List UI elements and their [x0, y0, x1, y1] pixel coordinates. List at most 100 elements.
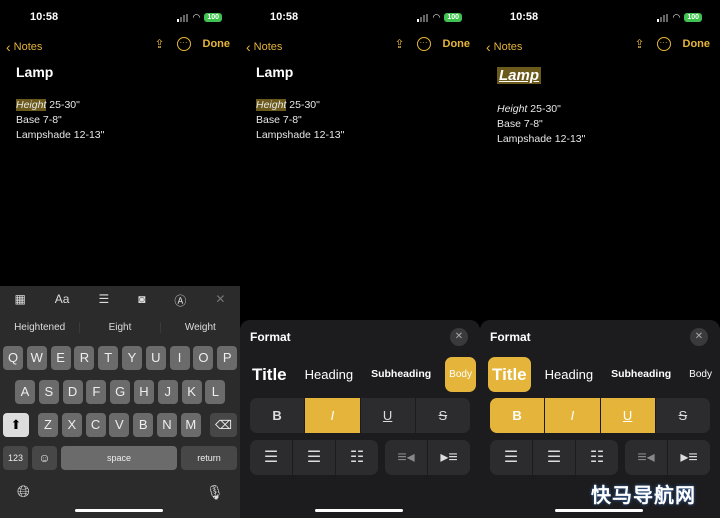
key-z[interactable]: Z: [38, 413, 58, 437]
note-body[interactable]: Height 25-30" Base 7-8" Lampshade 12-13": [16, 98, 104, 143]
text-format-icon[interactable]: Aa: [55, 292, 70, 309]
more-icon[interactable]: ···: [416, 37, 431, 51]
dashed-list-icon[interactable]: ☰: [293, 440, 335, 475]
key-y[interactable]: Y: [122, 346, 142, 370]
microphone-icon[interactable]: 🎙︎: [206, 484, 224, 501]
note-line[interactable]: Lampshade 12-13": [256, 128, 344, 143]
share-icon[interactable]: ⇪: [154, 37, 164, 51]
share-icon[interactable]: ⇪: [634, 37, 644, 51]
globe-icon[interactable]: 🌐︎: [17, 484, 30, 502]
note-line[interactable]: Base 7-8": [256, 113, 344, 128]
note-line-value: 7-8": [39, 114, 62, 126]
key-g[interactable]: G: [110, 380, 131, 404]
key-p[interactable]: P: [217, 346, 238, 370]
shift-key[interactable]: ⬆: [3, 413, 29, 437]
style-body[interactable]: Body: [445, 357, 476, 392]
style-heading[interactable]: Heading: [541, 357, 597, 392]
back-button[interactable]: ‹ Notes: [6, 39, 42, 55]
note-line[interactable]: Lampshade 12-13": [16, 128, 104, 143]
indent-icon[interactable]: ▸≡: [428, 440, 470, 475]
key-b[interactable]: B: [133, 413, 154, 437]
key-m[interactable]: M: [180, 413, 201, 437]
bulleted-list-icon[interactable]: ☰: [490, 440, 532, 475]
style-subheading[interactable]: Subheading: [367, 357, 435, 392]
key-t[interactable]: T: [98, 346, 119, 370]
key-j[interactable]: J: [157, 380, 178, 404]
note-line[interactable]: Base 7-8": [16, 113, 104, 128]
style-subheading[interactable]: Subheading: [607, 357, 675, 392]
key-r[interactable]: R: [74, 346, 95, 370]
note-line[interactable]: Lampshade 12-13": [497, 132, 585, 147]
key-a[interactable]: A: [15, 380, 35, 404]
markup-icon[interactable]: Ⓐ: [174, 292, 186, 309]
note-line[interactable]: Height 25-30": [16, 98, 104, 113]
done-button[interactable]: Done: [683, 38, 711, 50]
text-style-b[interactable]: B: [250, 398, 305, 433]
key-o[interactable]: O: [193, 346, 214, 370]
suggestion[interactable]: Weight: [161, 322, 240, 333]
key-s[interactable]: S: [38, 380, 59, 404]
note-line[interactable]: Height 25-30": [256, 98, 344, 113]
indent-icon[interactable]: ▸≡: [668, 440, 710, 475]
note-body[interactable]: Height 25-30" Base 7-8" Lampshade 12-13": [256, 98, 344, 143]
key-x[interactable]: X: [61, 413, 82, 437]
suggestion[interactable]: Heightened: [0, 322, 81, 333]
numbered-list-icon[interactable]: ☷: [336, 440, 378, 475]
dashed-list-icon[interactable]: ☰: [533, 440, 575, 475]
style-body[interactable]: Body: [685, 357, 716, 392]
space-key[interactable]: space: [61, 446, 177, 470]
key-w[interactable]: W: [26, 346, 47, 370]
text-style-b[interactable]: B: [490, 398, 545, 433]
style-title[interactable]: Title: [488, 357, 531, 392]
text-style-u[interactable]: U: [360, 398, 415, 433]
note-title[interactable]: Lamp: [16, 64, 53, 80]
key-l[interactable]: L: [205, 380, 226, 404]
note-title[interactable]: Lamp: [256, 64, 293, 80]
emoji-key[interactable]: ☺: [32, 446, 57, 470]
back-button[interactable]: ‹ Notes: [246, 39, 282, 55]
outdent-icon[interactable]: ≡◂: [625, 440, 667, 475]
key-k[interactable]: K: [181, 380, 202, 404]
style-heading[interactable]: Heading: [301, 357, 357, 392]
text-style-i[interactable]: I: [305, 398, 360, 433]
checklist-icon[interactable]: ☰: [98, 292, 109, 309]
text-style-s[interactable]: S: [415, 398, 470, 433]
close-icon[interactable]: ✕: [690, 328, 708, 346]
note-line-label: Lampshade: [16, 129, 71, 141]
close-icon[interactable]: ✕: [450, 328, 468, 346]
note-title[interactable]: Lamp: [497, 67, 542, 84]
key-q[interactable]: Q: [3, 346, 23, 370]
key-i[interactable]: I: [169, 346, 190, 370]
close-icon[interactable]: ✕: [215, 292, 225, 309]
back-button[interactable]: ‹ Notes: [486, 39, 522, 55]
key-d[interactable]: D: [62, 380, 83, 404]
share-icon[interactable]: ⇪: [394, 37, 404, 51]
table-icon[interactable]: ▦: [14, 292, 25, 309]
key-n[interactable]: N: [157, 413, 177, 437]
note-line[interactable]: Height 25-30": [497, 102, 585, 117]
numbered-list-icon[interactable]: ☷: [576, 440, 618, 475]
return-key[interactable]: return: [181, 446, 237, 470]
more-icon[interactable]: ···: [176, 37, 191, 51]
text-style-u[interactable]: U: [600, 398, 655, 433]
numbers-key[interactable]: 123: [3, 446, 28, 470]
note-line[interactable]: Base 7-8": [497, 117, 585, 132]
bulleted-list-icon[interactable]: ☰: [250, 440, 292, 475]
key-c[interactable]: C: [85, 413, 106, 437]
done-button[interactable]: Done: [443, 38, 471, 50]
key-h[interactable]: H: [134, 380, 154, 404]
style-title[interactable]: Title: [248, 357, 291, 392]
note-body[interactable]: Height 25-30" Base 7-8" Lampshade 12-13": [497, 102, 585, 147]
key-f[interactable]: F: [86, 380, 107, 404]
text-style-i[interactable]: I: [545, 398, 600, 433]
delete-key[interactable]: ⌫: [210, 413, 237, 437]
camera-icon[interactable]: ◙: [138, 292, 145, 309]
more-icon[interactable]: ···: [656, 37, 671, 51]
key-e[interactable]: E: [50, 346, 71, 370]
suggestion[interactable]: Eight: [80, 322, 161, 333]
done-button[interactable]: Done: [203, 38, 231, 50]
key-v[interactable]: V: [109, 413, 130, 437]
text-style-s[interactable]: S: [655, 398, 710, 433]
key-u[interactable]: U: [145, 346, 166, 370]
outdent-icon[interactable]: ≡◂: [385, 440, 427, 475]
